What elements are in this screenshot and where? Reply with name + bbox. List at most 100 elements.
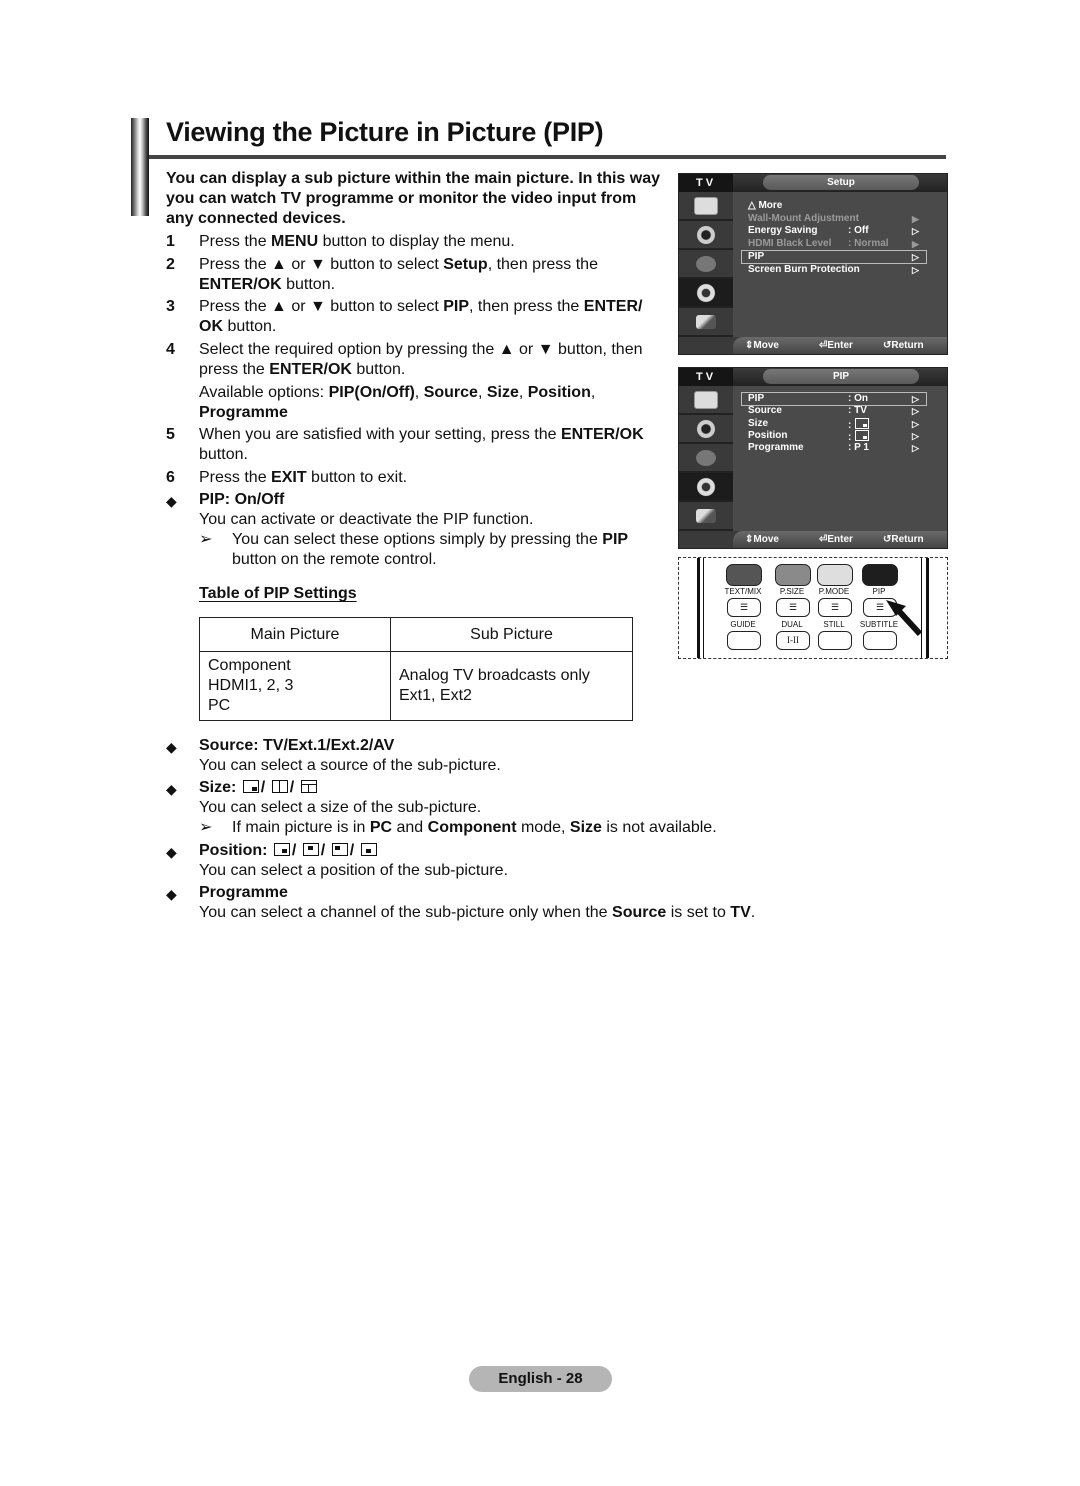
color-button[interactable]: [862, 564, 898, 586]
color-button[interactable]: [775, 564, 811, 586]
chevron-right-icon: ▷: [912, 251, 919, 262]
chevron-right-icon: ▶: [912, 213, 919, 224]
color-button[interactable]: [726, 564, 762, 586]
osd-item-label: Position: [748, 429, 788, 441]
osd-menu-item[interactable]: Position: ▷: [748, 429, 928, 443]
osd-item-label: PIP: [748, 250, 765, 262]
step-number: 5: [166, 426, 175, 443]
step-2: 2 Press the ▲ or ▼ button to select Setu…: [166, 255, 676, 295]
color-button[interactable]: [817, 564, 853, 586]
remote-key[interactable]: I-II: [776, 631, 810, 650]
text-run: Select the required option by pressing t…: [199, 341, 643, 378]
table-cell: Component HDMI1, 2, 3 PC: [199, 651, 391, 721]
osd-menu-item[interactable]: Energy Saving: Off ▷: [748, 225, 928, 237]
osd-menu-item[interactable]: Source: TV ▷: [748, 405, 928, 417]
text-run: Press the: [199, 469, 272, 486]
separator: /: [289, 779, 295, 796]
enter-hint: ⏎ Enter: [819, 337, 853, 354]
step-text: Select the required option by pressing t…: [199, 340, 669, 380]
section-label: Size:: [199, 779, 241, 796]
size-small-icon: [242, 780, 259, 793]
channel-icon[interactable]: [679, 250, 733, 279]
osd-menu-item[interactable]: PIP: On ▷: [748, 393, 928, 405]
section-note: ➢ You can select these options simply by…: [199, 530, 652, 570]
osd-menu-item[interactable]: Wall-Mount Adjustment ▶: [748, 213, 928, 225]
separator: /: [349, 842, 355, 859]
table-row: Component HDMI1, 2, 3 PC Analog TV broad…: [199, 651, 633, 721]
step-text: When you are satisfied with your setting…: [199, 425, 674, 465]
note-text: If main picture is in PC and Component m…: [232, 819, 717, 836]
osd-menu-item[interactable]: Screen Burn Protection ▷: [748, 264, 928, 276]
text-run: You can select a channel of the sub-pict…: [199, 904, 613, 921]
section-desc: You can select a position of the sub-pic…: [199, 862, 508, 879]
step-4: 4 Select the required option by pressing…: [166, 340, 676, 380]
text-run: Press the ▲ or ▼ button to select: [199, 298, 444, 315]
osd-item-value: : Off: [848, 225, 869, 237]
bold-term: PC: [369, 819, 393, 836]
osd-item-label: Programme: [748, 442, 804, 454]
remote-key[interactable]: [727, 631, 761, 650]
remote-control-illustration: TEXT/MIX ☰ P.SIZE ☰ P.MODE ☰ PIP ☰ GUIDE DUAL I-II…: [678, 557, 948, 659]
osd-footer: ⇕ Move ⏎ Enter ↺ Return: [679, 337, 947, 354]
pointer-arrow-icon: [886, 600, 923, 637]
sound-icon[interactable]: [679, 415, 733, 444]
bold-term: ENTER/OK: [269, 361, 352, 378]
osd-menu-item[interactable]: Size: ▷: [748, 417, 928, 431]
enter-hint: ⏎ Enter: [819, 531, 853, 548]
bullet-icon: ◆: [166, 844, 177, 860]
bold-term: Component: [427, 819, 517, 836]
bullet-icon: ◆: [166, 493, 177, 509]
remote-key[interactable]: ☰: [818, 598, 852, 617]
osd-menu-item[interactable]: PIP ▷: [748, 251, 928, 263]
size-small-icon: [855, 417, 870, 429]
text-run: is not available.: [601, 819, 717, 836]
bullet-icon: ◆: [166, 781, 177, 797]
available-options: Available options: PIP(On/Off), Source, …: [199, 383, 639, 423]
section-position: ◆ Position: / / / You can select a posit…: [166, 841, 786, 881]
chevron-right-icon: ▷: [912, 406, 919, 417]
setup-gear-icon[interactable]: [679, 473, 733, 502]
position-bottom-right-icon: [273, 843, 290, 856]
setup-gear-icon[interactable]: [679, 279, 733, 308]
section-label: PIP: [199, 491, 225, 508]
chevron-right-icon: ▶: [912, 239, 919, 250]
bullet-icon: ◆: [166, 886, 177, 902]
return-hint: ↺ Return: [883, 531, 924, 548]
text-run: If main picture is in: [232, 819, 370, 836]
bold-term: TV: [730, 904, 751, 921]
remote-key[interactable]: ☰: [776, 598, 810, 617]
cell-line: Ext1, Ext2: [399, 687, 472, 704]
input-icon[interactable]: [679, 308, 733, 337]
remote-key-label: GUIDE: [730, 620, 756, 629]
pip-settings-table: Main Picture Sub Picture Component HDMI1…: [199, 617, 633, 721]
enter-label: Enter: [827, 340, 853, 351]
cell-line: HDMI1, 2, 3: [208, 677, 294, 694]
chevron-right-icon: ▷: [912, 443, 919, 454]
channel-icon[interactable]: [679, 444, 733, 473]
section-note: ➢ If main picture is in PC and Component…: [199, 818, 786, 838]
bold-term: PIP: [443, 298, 470, 315]
osd-menu-item[interactable]: HDMI Black Level: Normal ▶: [748, 238, 928, 250]
chevron-right-icon: ▷: [912, 418, 919, 429]
osd-menu-item[interactable]: △ More: [748, 200, 928, 212]
remote-key[interactable]: ☰: [727, 598, 761, 617]
size-double-wide-icon: [300, 780, 317, 793]
sound-icon[interactable]: [679, 221, 733, 250]
osd-item-label: Size: [748, 417, 769, 429]
return-label: Return: [891, 340, 924, 351]
cell-line: Component: [208, 657, 291, 674]
text-run: mode,: [516, 819, 570, 836]
options-prefix: Available options:: [199, 384, 329, 401]
picture-icon[interactable]: [679, 386, 733, 415]
text-run: When you are satisfied with your setting…: [199, 426, 561, 443]
chevron-right-icon: ▷: [912, 394, 919, 404]
picture-icon[interactable]: [679, 192, 733, 221]
step-text: Press the MENU button to display the men…: [199, 232, 669, 252]
bold-term: Size: [569, 819, 602, 836]
remote-key[interactable]: [818, 631, 852, 650]
osd-pip-menu: TV PIP PIP: On ▷ Source: TV ▷ Size: ▷ Position…: [678, 367, 948, 549]
text-run: and: [392, 819, 428, 836]
bold-term: Setup: [443, 256, 488, 273]
osd-menu-item[interactable]: Programme: P 1 ▷: [748, 442, 928, 454]
input-icon[interactable]: [679, 502, 733, 531]
